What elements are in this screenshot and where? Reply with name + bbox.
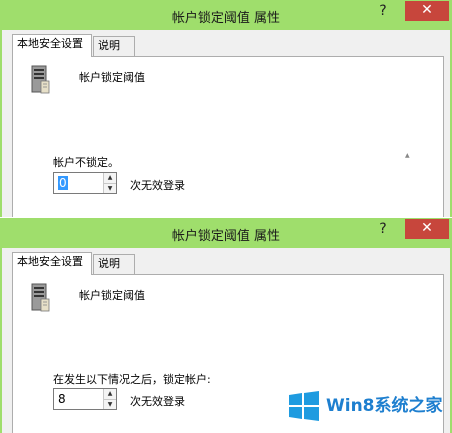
spin-up-arrow-icon[interactable]: ▲ — [103, 389, 116, 399]
watermark-text: Win8系统之家 — [326, 396, 443, 416]
tab-local-security-setting[interactable]: 本地安全设置 — [12, 252, 92, 275]
close-button[interactable]: ✕ — [405, 1, 449, 21]
lockout-description: 帐户不锁定。 — [53, 156, 119, 169]
server-icon — [31, 65, 50, 94]
threshold-spinner[interactable]: 0 ▲ ▼ — [53, 172, 117, 194]
help-button[interactable]: ? — [368, 219, 398, 241]
title-bar[interactable]: 帐户锁定阈值 属性 ? ✕ — [0, 0, 452, 30]
spin-up-arrow-icon[interactable]: ▲ — [103, 173, 116, 183]
unit-label: 次无效登录 — [130, 395, 185, 408]
spinner-value[interactable]: 0 — [58, 176, 68, 190]
policy-name: 帐户锁定阈值 — [79, 289, 145, 302]
lockout-description: 在发生以下情况之后，锁定帐户: — [53, 373, 211, 386]
spinner-value[interactable]: 8 — [58, 392, 66, 406]
spin-down-arrow-icon[interactable]: ▼ — [103, 399, 116, 409]
help-button[interactable]: ? — [368, 1, 398, 23]
title-bar[interactable]: 帐户锁定阈值 属性 ? ✕ — [0, 218, 452, 248]
spin-down-arrow-icon[interactable]: ▼ — [103, 183, 116, 193]
tab-explain[interactable]: 说明 — [93, 254, 135, 274]
dialog-body: 本地安全设置 说明 帐户锁定阈值 帐户不锁定。 0 ▲ ▼ 次无效登录 ▲ — [0, 30, 452, 217]
tab-panel: 帐户锁定阈值 帐户不锁定。 0 ▲ ▼ 次无效登录 ▲ — [12, 56, 444, 217]
properties-dialog: 帐户锁定阈值 属性 ? ✕ 本地安全设置 说明 帐户锁定阈值 帐户不锁定。 0 … — [0, 0, 452, 217]
tab-explain[interactable]: 说明 — [93, 36, 135, 56]
tab-local-security-setting[interactable]: 本地安全设置 — [12, 34, 92, 57]
watermark: Win8系统之家 — [288, 386, 452, 426]
server-icon — [31, 283, 50, 312]
policy-name: 帐户锁定阈值 — [79, 71, 145, 84]
windows-logo-icon — [289, 391, 319, 421]
unit-label: 次无效登录 — [130, 179, 185, 192]
scroll-arrow-icon[interactable]: ▲ — [405, 152, 410, 159]
close-button[interactable]: ✕ — [405, 219, 449, 239]
threshold-spinner[interactable]: 8 ▲ ▼ — [53, 388, 117, 410]
